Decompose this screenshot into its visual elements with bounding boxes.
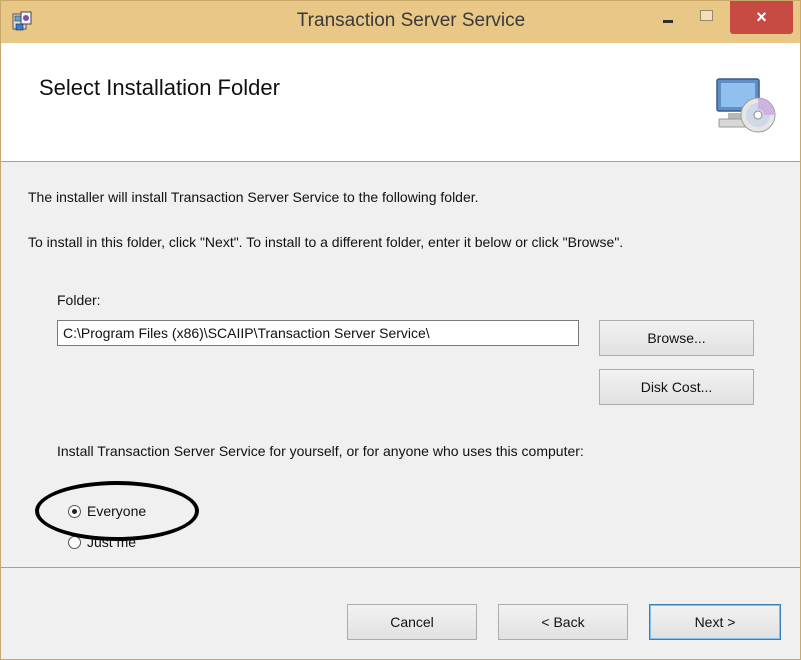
wizard-content: The installer will install Transaction S… <box>1 162 800 552</box>
everyone-radio-label[interactable]: Everyone <box>87 503 146 519</box>
next-button[interactable]: Next > <box>649 604 781 640</box>
close-icon: × <box>756 7 767 27</box>
intro-text-2: To install in this folder, click "Next".… <box>28 234 624 250</box>
computer-disc-icon <box>716 78 776 133</box>
back-button[interactable]: < Back <box>498 604 628 640</box>
page-title: Select Installation Folder <box>39 75 280 100</box>
folder-label: Folder: <box>57 292 101 308</box>
just-me-radio-label[interactable]: Just me <box>87 534 136 550</box>
browse-button[interactable]: Browse... <box>599 320 754 356</box>
minimize-button[interactable] <box>653 1 683 35</box>
install-for-label: Install Transaction Server Service for y… <box>57 443 584 459</box>
wizard-header: Select Installation Folder <box>1 43 800 162</box>
disk-cost-button[interactable]: Disk Cost... <box>599 369 754 405</box>
folder-path-input[interactable] <box>57 320 579 346</box>
wizard-footer: Cancel < Back Next > <box>1 567 800 659</box>
everyone-radio[interactable] <box>68 505 81 518</box>
cancel-button[interactable]: Cancel <box>347 604 477 640</box>
close-button[interactable]: × <box>730 1 793 34</box>
intro-text-1: The installer will install Transaction S… <box>28 189 479 205</box>
just-me-radio[interactable] <box>68 536 81 549</box>
maximize-button[interactable] <box>691 1 721 35</box>
title-bar[interactable]: Transaction Server Service × <box>1 1 800 43</box>
installer-window: Transaction Server Service × Select Inst… <box>0 0 801 660</box>
